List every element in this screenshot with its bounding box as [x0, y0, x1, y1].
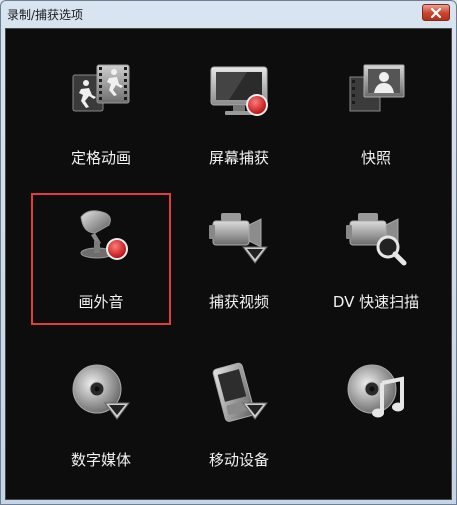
capture-video-icon: [209, 213, 268, 264]
recording-options-window: 录制/捕获选项 定格动画 屏幕捕获 快照 画外音 捕获视频 DV 快速扫描 数字…: [0, 0, 457, 505]
option-digital-media[interactable]: 数字媒体: [31, 351, 171, 483]
title-bar: 录制/捕获选项: [1, 1, 456, 27]
close-button[interactable]: [422, 4, 450, 21]
option-label: 快照: [360, 149, 391, 167]
audio-cd-music-icon: [347, 364, 404, 418]
window-title: 录制/捕获选项: [7, 8, 84, 22]
option-stop-motion[interactable]: 定格动画: [31, 49, 171, 181]
option-capture-video[interactable]: 捕获视频: [169, 193, 309, 325]
screen-capture-icon: [210, 66, 268, 116]
option-label: 屏幕捕获: [208, 149, 269, 167]
snapshot-icon: [349, 64, 405, 112]
digital-media-disc-icon: [72, 364, 130, 420]
option-mobile-device[interactable]: 移动设备: [169, 351, 309, 483]
dv-quick-scan-icon: [346, 213, 407, 266]
option-snapshot[interactable]: 快照: [306, 49, 446, 181]
option-screen-capture[interactable]: 屏幕捕获: [169, 49, 309, 181]
option-dv-quick-scan[interactable]: DV 快速扫描: [306, 193, 446, 325]
option-label: 画外音: [78, 293, 124, 311]
options-grid: 定格动画 屏幕捕获 快照 画外音 捕获视频 DV 快速扫描 数字媒体 移动设备: [5, 28, 452, 500]
mobile-device-icon: [212, 362, 268, 422]
option-label: 捕获视频: [208, 293, 269, 311]
option-label: 数字媒体: [70, 451, 131, 469]
voiceover-microphone-icon: [80, 210, 128, 260]
close-icon: [430, 7, 442, 18]
stop-motion-icon: [72, 64, 130, 112]
option-label: 定格动画: [70, 149, 131, 167]
option-audio-cd[interactable]: [306, 351, 446, 483]
option-label: DV 快速扫描: [332, 293, 420, 311]
option-label: 移动设备: [208, 451, 269, 469]
option-voiceover[interactable]: 画外音: [31, 193, 171, 325]
